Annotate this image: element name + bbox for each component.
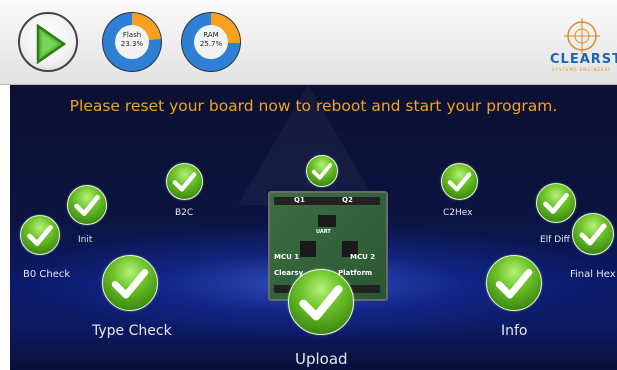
- play-icon: [36, 24, 67, 64]
- logo-text: CLEARST: [550, 52, 617, 67]
- flash-value: 23.3%: [120, 40, 144, 48]
- board-label-mcu1: MCU 1: [274, 253, 300, 261]
- b0-check-label: B0 Check: [23, 269, 71, 280]
- ram-value: 25.7%: [199, 40, 223, 48]
- type-check-label: Type Check: [92, 323, 172, 339]
- final-hex-status-icon: [572, 213, 614, 255]
- c2hex-label: C2Hex: [443, 208, 473, 218]
- final-hex-label: Final Hex: [570, 269, 616, 280]
- board-label-q1: Q1: [294, 196, 305, 204]
- upload-label: Upload: [295, 350, 348, 368]
- flash-gauge: Flash 23.3%: [101, 11, 163, 73]
- type-check-status-icon: [102, 255, 158, 311]
- ram-label: RAM: [203, 31, 219, 39]
- upload-status-icon: [288, 269, 354, 335]
- board-label-q2: Q2: [342, 196, 353, 204]
- c2hex-status-icon: [441, 163, 478, 200]
- init-status-icon: [67, 185, 107, 225]
- ram-gauge: RAM 25.7%: [180, 11, 242, 73]
- app-window: Flash 23.3% RAM 25.7% CLEARST SYSTEMS EN…: [0, 0, 617, 370]
- init-label: Init: [78, 235, 93, 245]
- elf-diff-label: Elf Diff: [540, 235, 570, 245]
- bridge-status-icon: [306, 155, 338, 187]
- elf-diff-status-icon: [536, 183, 576, 223]
- toolbar: Flash 23.3% RAM 25.7% CLEARST SYSTEMS EN…: [0, 0, 617, 85]
- b2c-status-icon: [166, 163, 203, 200]
- board-label-uart: UART: [316, 229, 331, 235]
- logo-subtext: SYSTEMS ENGINEERI: [552, 67, 611, 72]
- run-button[interactable]: [18, 12, 78, 72]
- b2c-label: B2C: [175, 208, 194, 218]
- status-stage: Please reset your board now to reboot an…: [10, 85, 617, 370]
- info-label: Info: [501, 323, 528, 339]
- flash-label: Flash: [122, 31, 142, 39]
- info-status-icon: [486, 255, 542, 311]
- reset-prompt: Please reset your board now to reboot an…: [69, 97, 558, 115]
- b0-check-status-icon: [20, 215, 60, 255]
- board-label-mcu2: MCU 2: [350, 253, 376, 261]
